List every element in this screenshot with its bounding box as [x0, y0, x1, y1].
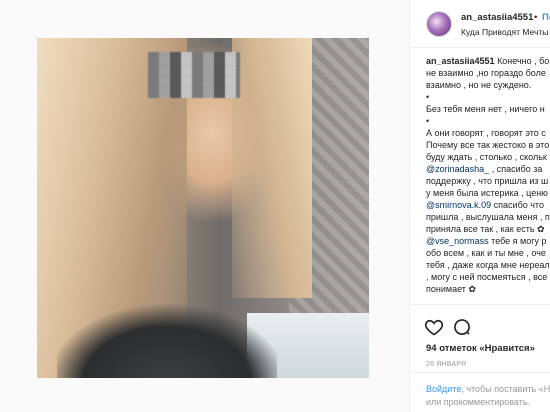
- caption-line: Почему все так жестоко в это: [426, 140, 550, 150]
- caption-line: взаимно , но не суждено.: [426, 80, 532, 90]
- caption-line: тебя , даже когда мне нереал: [426, 260, 550, 270]
- caption-line: обо всем , как и ты мне , оче: [426, 248, 546, 258]
- caption-line-mention: @vse_normass тебе я могу р: [426, 235, 550, 247]
- comment-icon[interactable]: [452, 317, 472, 337]
- login-prompt-line-1: Войдите, чтобы поставить «Нрав: [426, 384, 550, 394]
- caption-line: Без тебя меня нет , ничего н: [426, 104, 545, 114]
- caption-line: буду ждать , столько , скольк: [426, 152, 547, 162]
- caption-line: поддержку , что пришла из ш: [426, 176, 549, 186]
- caption-line: •: [426, 92, 430, 102]
- caption-text: спасибо что: [491, 200, 544, 210]
- post-header: an_astasiia4551 • Подписаться Куда Приво…: [410, 0, 550, 48]
- caption-line: •: [426, 116, 430, 126]
- post-sidebar: an_astasiia4551 • Подписаться Куда Приво…: [409, 0, 550, 412]
- caption-line: понимает ✿: [426, 284, 476, 294]
- caption-line: у меня была истерика , ценю: [426, 188, 548, 198]
- header-username[interactable]: an_astasiia4551: [461, 12, 533, 23]
- dark-shirt: [57, 293, 277, 378]
- caption-text: Конечно , бо: [494, 56, 550, 66]
- caption-line: пришла , выслушала меня , п: [426, 212, 550, 222]
- mention-link[interactable]: @vse_normass: [426, 236, 489, 246]
- avatar[interactable]: [426, 11, 452, 37]
- post-photo[interactable]: [37, 38, 369, 378]
- heart-icon[interactable]: [424, 317, 444, 337]
- post-date: 26 ЯНВАРЯ: [426, 361, 467, 368]
- caption-text: тебе я могу р: [488, 236, 547, 246]
- caption-line-mention: @zorinadasha_ , спасибо за: [426, 163, 550, 175]
- caption-text: , спасибо за: [489, 164, 543, 174]
- login-prompt-line-2: или прокомментировать.: [426, 397, 531, 407]
- caption-line: , могу с ней посмеяться , все: [426, 272, 548, 282]
- caption-line-1: an_astasiia4551 Конечно , бо: [426, 55, 550, 67]
- login-prompt-text: , чтобы поставить «Нрав: [461, 384, 550, 394]
- follow-separator: •: [534, 12, 538, 23]
- likes-count[interactable]: 94 отметок «Нравится»: [426, 343, 535, 354]
- login-prompt: Войдите, чтобы поставить «Нрав или проко…: [410, 372, 550, 412]
- mention-link[interactable]: @smirnova.k.09: [426, 200, 491, 210]
- instagram-post-view: an_astasiia4551 • Подписаться Куда Приво…: [0, 0, 550, 412]
- pixelated-face-blur: [148, 52, 240, 98]
- hair-right: [232, 38, 312, 298]
- caption-username[interactable]: an_astasiia4551: [426, 56, 495, 66]
- location-link[interactable]: Куда Приводят Мечты: [461, 27, 548, 37]
- caption-line: приняла все так , как есть ✿: [426, 224, 545, 234]
- caption-line-mention: @smirnova.k.09 спасибо что: [426, 199, 550, 211]
- login-link[interactable]: Войдите: [426, 384, 461, 394]
- caption-line: А они говорят , говорят это с: [426, 128, 546, 138]
- caption-line: не взаимно ,но гораздо боле: [426, 68, 546, 78]
- photo-panel: [0, 0, 409, 412]
- mention-link[interactable]: @zorinadasha_: [426, 164, 489, 174]
- follow-button[interactable]: Подписаться: [542, 12, 550, 23]
- caption: an_astasiia4551 Конечно , бо не взаимно …: [426, 55, 550, 295]
